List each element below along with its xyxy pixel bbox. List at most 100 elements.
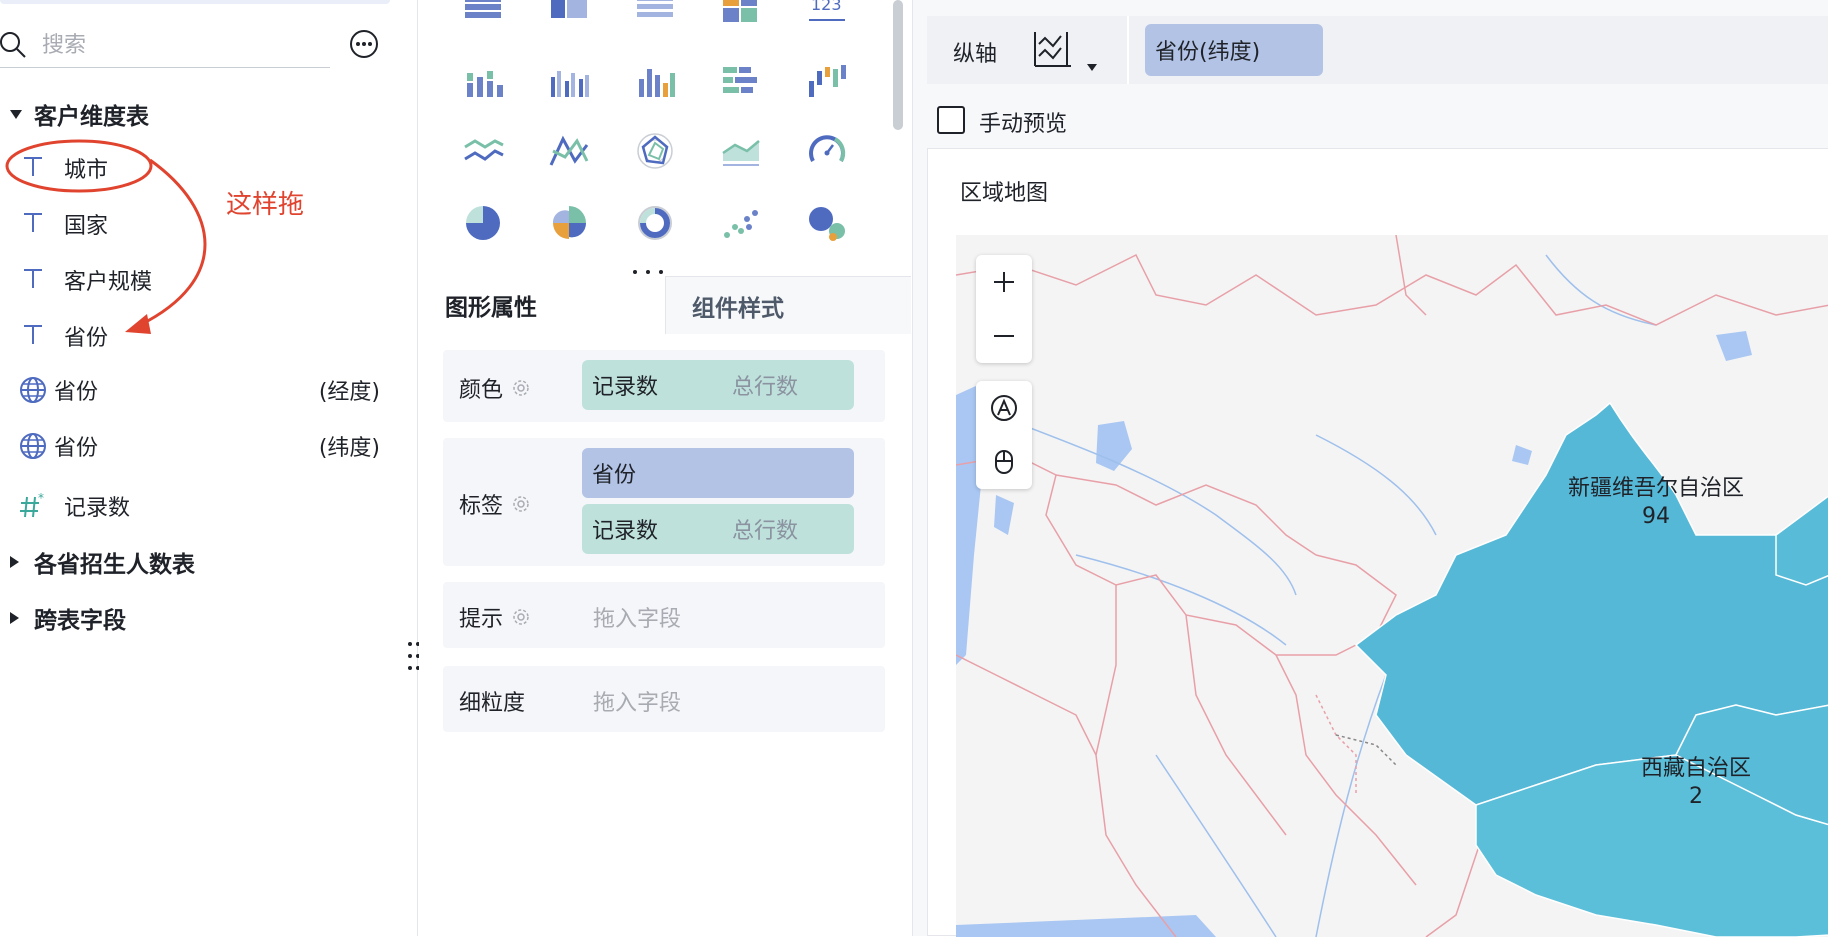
svg-text:123: 123 — [811, 0, 842, 14]
region-name: 新疆维吾尔自治区 — [1567, 476, 1744, 501]
gear-icon[interactable] — [511, 378, 531, 398]
axis-chart-icon[interactable] — [1027, 26, 1075, 74]
pill-aggregation: 总行数 — [732, 519, 799, 544]
zoom-in-button[interactable] — [976, 255, 1032, 309]
gear-icon[interactable] — [511, 494, 531, 514]
label-label: 标签 — [459, 494, 504, 519]
drop-field-hint: 拖入字段 — [593, 691, 682, 716]
globe-icon — [20, 377, 46, 403]
granularity-property-row[interactable]: 细粒度 拖入字段 — [443, 666, 885, 732]
field-item-record-count[interactable]: * 记录数 — [0, 484, 390, 528]
tooltip-label: 提示 — [459, 607, 504, 632]
field-label: 省份 — [54, 380, 99, 405]
zoom-control — [976, 255, 1032, 363]
field-suffix: (经度) — [318, 380, 380, 405]
map-graphic — [956, 235, 1828, 937]
chart-type-bubble-icon[interactable] — [805, 203, 849, 243]
chart-type-crosstab-icon[interactable] — [547, 0, 591, 26]
tooltip-property-row[interactable]: 提示 拖入字段 — [443, 582, 885, 648]
search-input[interactable] — [42, 30, 312, 60]
tree-group-cross-table-fields[interactable]: 跨表字段 — [0, 598, 126, 638]
chart-title: 区域地图 — [960, 181, 1049, 206]
chart-type-pie-icon[interactable] — [461, 203, 505, 243]
label-toggle-button[interactable] — [976, 381, 1032, 435]
expand-right-icon[interactable] — [0, 556, 26, 568]
chart-type-column-icon[interactable] — [633, 61, 677, 101]
chart-canvas-panel: 纵轴 省份(纬度) 手动预览 区域地图 新疆维吾尔自治区 94 西藏自治区 2 — [912, 0, 1828, 937]
region-label-tibet: 西藏自治区 2 — [1596, 755, 1796, 811]
tab-component-style[interactable]: 组件样式 — [665, 276, 911, 334]
chart-type-grid-table-icon[interactable] — [633, 0, 677, 26]
drag-annotation-text: 这样拖 — [226, 190, 305, 220]
label-property-row: 标签 省份 记录数 总行数 — [443, 438, 885, 566]
map-tools-control — [976, 381, 1032, 489]
pill-field-name: 省份 — [592, 463, 637, 488]
property-tabs: 图形属性 组件样式 — [419, 276, 911, 334]
chart-type-stacked-column-icon[interactable] — [461, 61, 505, 101]
chart-grid-scrollbar[interactable] — [893, 0, 903, 130]
drop-field-hint: 拖入字段 — [593, 607, 682, 632]
pill-aggregation: 总行数 — [732, 375, 799, 400]
y-axis-field-pill[interactable]: 省份(纬度) — [1145, 24, 1323, 76]
tree-group-enrollment-table[interactable]: 各省招生人数表 — [0, 542, 195, 582]
search-box — [0, 22, 330, 68]
search-icon — [0, 32, 26, 58]
chart-type-card-icon[interactable] — [719, 0, 763, 26]
chart-type-line-icon[interactable] — [461, 131, 505, 171]
manual-preview-label: 手动预览 — [979, 112, 1068, 137]
chart-type-radar-icon[interactable] — [633, 131, 677, 171]
chart-type-scatter-icon[interactable] — [719, 203, 763, 243]
globe-icon — [20, 433, 46, 459]
expand-right-icon[interactable] — [0, 612, 26, 624]
circled-a-icon — [991, 395, 1017, 421]
field-item-province-longitude[interactable]: 省份 (经度) — [0, 368, 390, 412]
tree-group-label: 跨表字段 — [34, 608, 126, 634]
field-label: 记录数 — [64, 496, 131, 521]
shelf-divider — [1127, 16, 1129, 84]
manual-preview-checkbox[interactable] — [937, 106, 965, 134]
chart-type-table-icon[interactable] — [461, 0, 505, 26]
svg-text:*: * — [38, 491, 44, 505]
region-label-xinjiang: 新疆维吾尔自治区 94 — [1536, 475, 1776, 531]
color-field-pill[interactable]: 记录数 总行数 — [582, 360, 854, 410]
chart-card: 区域地图 新疆维吾尔自治区 94 西藏自治区 2 — [927, 148, 1828, 937]
y-axis-label: 纵轴 — [953, 42, 998, 67]
color-property-row: 颜色 记录数 总行数 — [443, 350, 885, 422]
region-value: 94 — [1642, 504, 1670, 529]
chart-type-bar-icon[interactable] — [719, 61, 763, 101]
region-value: 2 — [1689, 784, 1703, 809]
region-map[interactable]: 新疆维吾尔自治区 94 西藏自治区 2 — [956, 235, 1828, 937]
mouse-scroll-button[interactable] — [976, 435, 1032, 489]
tree-group-label: 各省招生人数表 — [34, 552, 195, 578]
gansu-region-shape — [1775, 495, 1828, 586]
color-label: 颜色 — [459, 378, 504, 403]
chart-type-multi-line-icon[interactable] — [547, 131, 591, 171]
zoom-out-button[interactable] — [976, 309, 1032, 363]
chart-type-grid: 123 — [419, 0, 911, 276]
measure-hash-icon: * — [20, 491, 44, 518]
chart-type-gauge-icon[interactable] — [805, 131, 849, 171]
expand-down-icon[interactable] — [0, 109, 26, 119]
tab-graphic-properties[interactable]: 图形属性 — [419, 276, 665, 334]
field-item-province-latitude[interactable]: 省份 (纬度) — [0, 424, 390, 468]
field-label: 省份 — [54, 436, 99, 461]
label-field-pill-province[interactable]: 省份 — [582, 448, 854, 498]
mouse-icon — [995, 450, 1013, 474]
gear-icon[interactable] — [511, 607, 531, 627]
chart-type-kpi-icon[interactable]: 123 — [805, 0, 849, 26]
more-options-icon[interactable] — [349, 29, 379, 59]
plus-icon — [994, 272, 1014, 292]
chart-type-rose-pie-icon[interactable] — [547, 203, 591, 243]
label-field-pill-record-count[interactable]: 记录数 总行数 — [582, 504, 854, 554]
caret-down-icon[interactable] — [1087, 64, 1097, 71]
panel-top-accent — [0, 0, 390, 4]
chart-type-donut-icon[interactable] — [633, 203, 677, 243]
chart-type-waterfall-icon[interactable] — [805, 61, 849, 101]
pill-field-name: 记录数 — [592, 375, 659, 400]
drag-annotation-arrow — [5, 139, 207, 334]
chart-type-grouped-column-icon[interactable] — [547, 61, 591, 101]
chart-type-area-icon[interactable] — [719, 131, 763, 171]
tree-group-customer-dimension[interactable]: 客户维度表 — [0, 94, 149, 134]
pill-field-name: 记录数 — [592, 519, 659, 544]
chart-config-panel: 123 图形属性 组件样式 颜色 记录数 总行数 标签 省份 记录数 总行数 提… — [419, 0, 911, 936]
